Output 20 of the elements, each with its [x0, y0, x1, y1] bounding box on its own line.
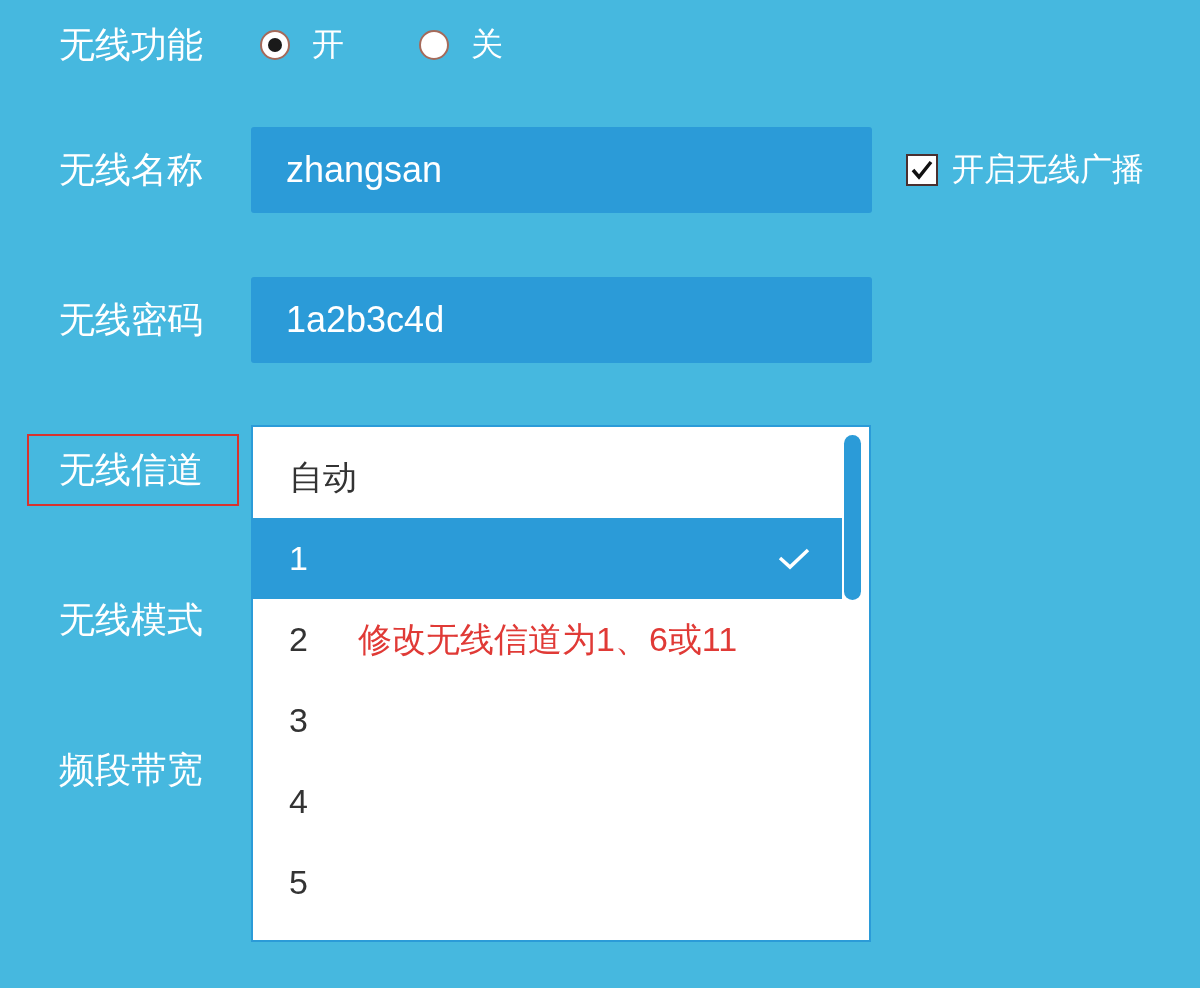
radio-button[interactable] [419, 30, 449, 60]
field-label: 无线信道 [27, 434, 239, 506]
field-label: 频段带宽 [58, 747, 204, 792]
field-label: 无线模式 [58, 597, 204, 642]
dropdown-option[interactable]: 5 [253, 842, 340, 923]
field-label: 无线名称 [58, 147, 204, 192]
radio-label: 关 [471, 25, 503, 64]
field-label: 无线功能 [58, 22, 204, 67]
dropdown-option[interactable]: 3 [253, 680, 340, 761]
annotation-text: 修改无线信道为1、6或11 [358, 619, 738, 660]
radio-button[interactable] [260, 30, 290, 60]
dropdown-option[interactable]: 4 [253, 761, 340, 842]
dropdown-option[interactable]: 自动 [253, 437, 389, 518]
checkbox-label: 开启无线广播 [952, 150, 1144, 189]
checkbox[interactable] [906, 154, 938, 186]
scrollbar-thumb[interactable] [844, 435, 861, 600]
check-icon [778, 547, 810, 570]
field-label: 无线密码 [58, 297, 204, 342]
dropdown-option[interactable]: 2 [253, 599, 340, 680]
radio-label: 开 [312, 25, 344, 64]
